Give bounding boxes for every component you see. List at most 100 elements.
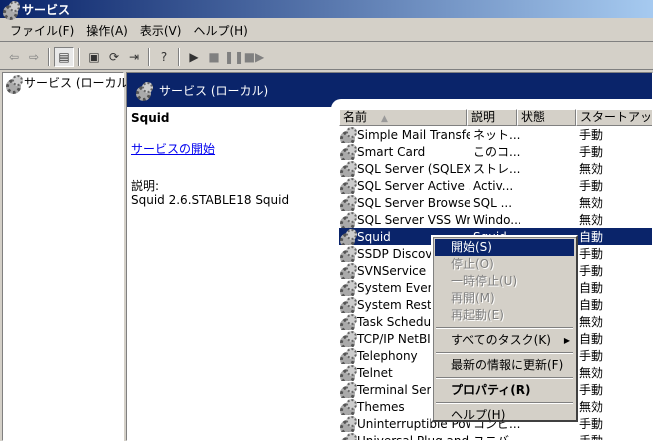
service-description: ユニバ... [473,434,520,441]
table-row[interactable]: SQL Server Active ... Activ... 手動 [339,177,652,194]
ctx-restart: 再起動(E) [451,308,504,322]
service-startup-type: 手動 [579,264,604,278]
service-gear-icon [339,330,357,347]
ctx-resume: 再開(M) [451,291,495,305]
menu-bar: ファイル(F) 操作(A) 表示(V) ヘルプ(H) [0,20,653,42]
service-startup-type: 無効 [579,366,604,380]
service-startup-type: 自動 [579,281,604,295]
service-name-cell: SQL Server VSS Wr... [339,211,470,228]
service-gear-icon [339,160,357,177]
table-row[interactable]: SQL Server (SQLEX...ストレ... 無効 [339,160,652,177]
column-header-description[interactable]: 説明 [467,109,517,126]
service-gear-icon [339,279,357,296]
service-name: Telnet [357,365,393,380]
context-menu: 開始(S) 停止(O) 一時停止(U) 再開(M) 再起動(E) すべてのタスク… [431,235,578,422]
properties-icon[interactable]: ▣ [84,47,104,67]
service-gear-icon [339,313,357,330]
extended-detail-panel: Squid サービスの開始 説明: Squid 2.6.STABLE18 Squ… [131,111,331,207]
service-description: このコ... [473,145,520,159]
service-name: Themes [357,399,405,414]
menu-help[interactable]: ヘルプ(H) [187,21,253,41]
description-label: 説明: [131,179,160,193]
service-startup-type: 手動 [579,179,604,193]
column-header-name[interactable]: 名前 ▲ [339,109,467,126]
ctx-separator [436,352,573,354]
service-startup-type: 手動 [579,145,604,159]
table-row[interactable]: SQL Server Browser SQL ... 無効 [339,194,652,211]
service-name: SVNService [357,263,427,278]
service-gear-icon [339,177,357,194]
service-startup-type: 自動 [579,332,604,346]
service-name: Simple Mail Transfe... [357,127,470,142]
tree-item-services-local[interactable]: サービス (ローカル) [3,73,133,94]
service-name: SQL Server (SQLEX... [357,161,470,176]
ctx-separator [436,377,573,379]
column-header-label: 名前 [343,110,368,124]
service-startup-type: 自動 [579,298,604,312]
back-arrow-icon[interactable]: ⇦ [4,47,24,67]
table-row[interactable]: Simple Mail Transfe...ネット... 手動 [339,126,652,143]
service-startup-type: 手動 [579,349,604,363]
console-tree: サービス (ローカル) [2,72,133,441]
service-gear-icon [339,398,357,415]
service-name: Telephony [357,348,418,363]
service-name: SQL Server Browser [357,195,470,210]
pane-title: サービス (ローカル) [159,83,269,98]
service-description: ストレ... [473,162,520,176]
service-name-cell: SQL Server Browser [339,194,470,211]
pause-service-icon[interactable]: ❚❚ [224,47,244,67]
service-gear-icon [339,415,357,432]
service-startup-type: 無効 [579,213,604,227]
stop-service-icon[interactable]: ■ [204,47,224,67]
table-row[interactable]: SQL Server VSS Wr... Windo... 無効 [339,211,652,228]
export-list-icon[interactable]: ⇥ [124,47,144,67]
service-startup-type: 無効 [579,400,604,414]
ctx-separator [436,327,573,329]
menu-file[interactable]: ファイル(F) [4,21,80,41]
column-header-status[interactable]: 状態 [517,109,576,126]
table-row[interactable]: Smart Card このコ... 手動 [339,143,652,160]
service-name: Smart Card [357,144,426,159]
menu-view[interactable]: 表示(V) [134,21,188,41]
service-name-cell: Universal Plug and ... [339,432,470,441]
service-name: Squid [357,229,391,244]
column-header-startup[interactable]: スタートアップの種 [576,109,652,126]
toolbar-separator [178,47,180,66]
ctx-properties[interactable]: プロパティ(R) [435,382,574,399]
ctx-stop: 停止(O) [451,257,494,271]
forward-arrow-icon[interactable]: ⇨ [24,47,44,67]
service-description: Activ... [473,178,514,193]
service-startup-type: 無効 [579,162,604,176]
service-gear-icon [339,245,357,262]
refresh-icon[interactable]: ⟳ [104,47,124,67]
table-row[interactable]: Universal Plug and ...ユニバ... 手動 [339,432,652,441]
toolbar: ⇦ ⇨ ▤ ▣ ⟳ ⇥ ? ▶ ■ ❚❚ ■▶ [0,44,653,70]
ctx-all-tasks-label: すべてのタスク(K) [451,333,551,347]
start-service-icon[interactable]: ▶ [184,47,204,67]
ctx-refresh[interactable]: 最新の情報に更新(F) [435,357,574,374]
start-service-link[interactable]: サービスの開始 [131,140,331,157]
service-startup-type: 無効 [579,315,604,329]
toolbar-separator [148,47,150,66]
service-name-cell: SQL Server Active ... [339,177,470,194]
service-gear-icon [339,143,357,160]
service-name: Universal Plug and ... [357,433,470,441]
help-icon[interactable]: ? [154,47,174,67]
selected-service-name: Squid [131,111,170,125]
show-tree-icon[interactable]: ▤ [54,46,74,67]
title-bar: サービス [0,0,653,20]
service-startup-type: 手動 [579,247,604,261]
ctx-start[interactable]: 開始(S) [435,239,574,256]
service-gear-icon [339,347,357,364]
service-description: SQL ... [473,195,513,210]
ctx-help[interactable]: ヘルプ(H) [435,407,574,424]
window-title: サービス [22,2,71,17]
service-gear-icon [339,194,357,211]
ctx-all-tasks[interactable]: すべてのタスク(K) ▶ [435,332,574,349]
menu-action[interactable]: 操作(A) [80,21,134,41]
service-startup-type: 無効 [579,196,604,210]
services-gear-icon [135,82,153,101]
service-name: SQL Server VSS Wr... [357,212,470,227]
service-startup-type: 自動 [579,230,604,244]
restart-service-icon[interactable]: ■▶ [244,47,265,67]
